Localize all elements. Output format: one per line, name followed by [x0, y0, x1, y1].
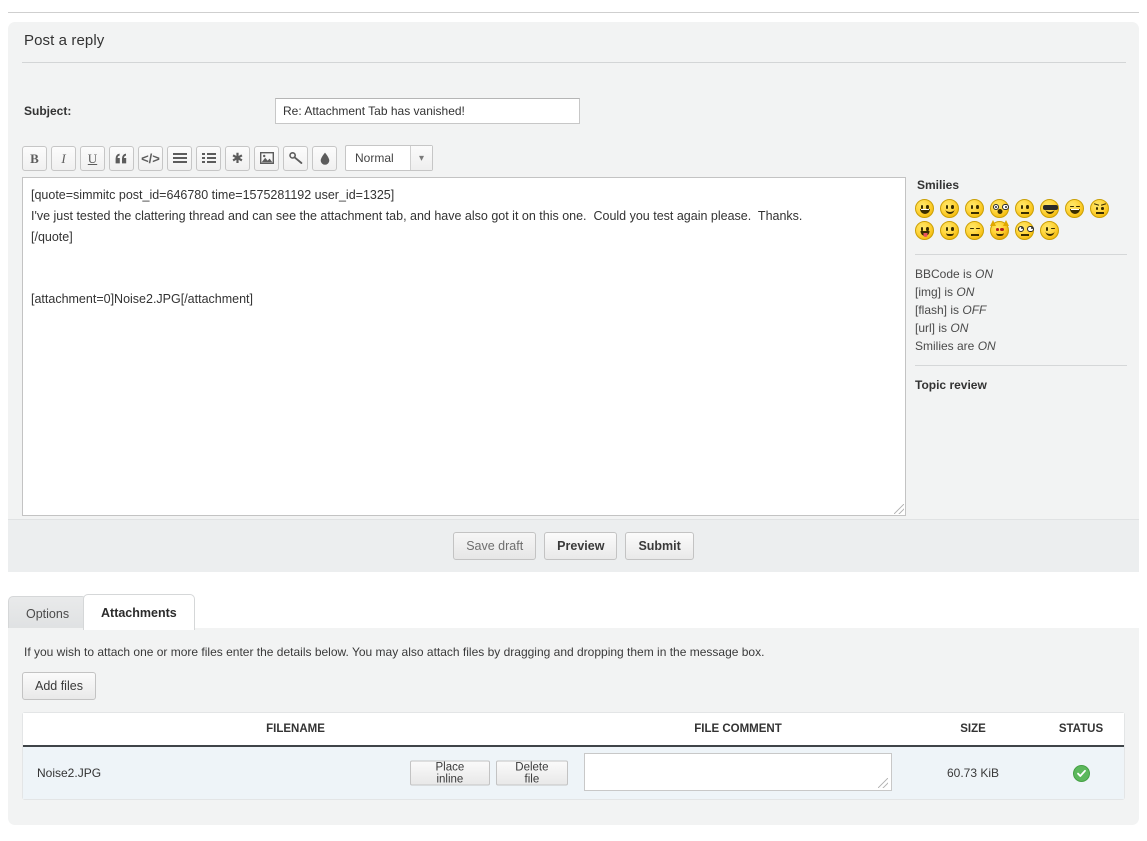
editor-sidebar: Smilies BBCode is ON [img] is ON [flash]…	[915, 178, 1130, 392]
panel-tabs: Options Attachments	[8, 592, 1139, 630]
bbcode-status-key: BBCode is	[915, 267, 972, 281]
unordered-list-icon[interactable]	[167, 145, 192, 171]
file-comment-input[interactable]	[584, 752, 892, 791]
place-inline-button[interactable]: Place inline	[410, 760, 490, 786]
quote-icon[interactable]	[109, 145, 134, 171]
sidebar-divider-2	[915, 365, 1127, 366]
smiley-rolleyes[interactable]	[1015, 221, 1034, 240]
smiley-smile[interactable]	[940, 199, 959, 218]
bbcode-status-value: OFF	[962, 303, 987, 317]
message-textarea[interactable]	[22, 177, 906, 516]
subject-input[interactable]	[275, 98, 580, 124]
attachments-table: FILENAME FILE COMMENT SIZE STATUS Noise2…	[22, 712, 1125, 800]
smiley-laughing[interactable]	[1065, 199, 1084, 218]
bbcode-status-row: BBCode is ON	[915, 265, 1130, 283]
attachments-panel: If you wish to attach one or more files …	[8, 628, 1139, 825]
column-header-size: SIZE	[960, 723, 986, 735]
smiley-cool[interactable]	[1040, 199, 1059, 218]
post-reply-panel: Post a reply Subject: B I U </>	[8, 22, 1139, 564]
italic-icon[interactable]: I	[51, 145, 76, 171]
smilies-grid	[915, 199, 1127, 240]
smiley-very-happy[interactable]	[915, 199, 934, 218]
image-icon[interactable]	[254, 145, 279, 171]
top-divider	[8, 12, 1139, 13]
cell-file-comment	[568, 752, 908, 794]
smiley-confused[interactable]	[940, 221, 959, 240]
ordered-list-icon[interactable]	[196, 145, 221, 171]
submit-button[interactable]: Submit	[625, 532, 694, 560]
bbcode-status-key: [img] is	[915, 285, 954, 299]
tab-attachments[interactable]: Attachments	[83, 594, 195, 630]
bbcode-status-key: Smilies are	[915, 339, 975, 353]
save-draft-button[interactable]: Save draft	[453, 532, 537, 560]
table-row: Noise2.JPG Place inline Delete file 60.7…	[23, 747, 1124, 799]
smilies-heading: Smilies	[917, 178, 960, 192]
attachment-row-actions: Place inline Delete file	[410, 760, 568, 786]
add-files-button[interactable]: Add files	[22, 672, 96, 700]
attachments-intro-text: If you wish to attach one or more files …	[24, 645, 765, 659]
smiley-neutral[interactable]	[965, 221, 984, 240]
column-header-file-comment: FILE COMMENT	[694, 723, 782, 735]
underline-icon[interactable]: U	[80, 145, 105, 171]
check-circle-icon	[1072, 764, 1090, 782]
submit-button-bar: Save draft Preview Submit	[8, 519, 1139, 572]
smiley-wink[interactable]	[1040, 221, 1059, 240]
link-icon[interactable]	[283, 145, 308, 171]
cell-size: 60.73 KiB	[946, 766, 1000, 780]
bbcode-status-value: ON	[956, 285, 975, 299]
topic-review-heading: Topic review	[915, 378, 987, 392]
bold-icon[interactable]: B	[22, 145, 47, 171]
smiley-mad[interactable]	[1090, 199, 1109, 218]
title-divider	[22, 62, 1126, 63]
bbcode-status-row: Smilies are ON	[915, 337, 1130, 355]
post-reply-page: Post a reply Subject: B I U </>	[0, 0, 1147, 841]
column-header-status: STATUS	[1058, 723, 1104, 735]
bbcode-status-list: BBCode is ON [img] is ON [flash] is OFF …	[915, 265, 1130, 355]
preview-button[interactable]: Preview	[544, 532, 618, 560]
bbcode-status-row: [img] is ON	[915, 283, 1130, 301]
flash-icon[interactable]: ✱	[225, 145, 250, 171]
sidebar-divider-1	[915, 254, 1127, 255]
bbcode-status-row: [flash] is OFF	[915, 301, 1130, 319]
smiley-sad[interactable]	[965, 199, 984, 218]
smiley-surprised[interactable]	[1015, 199, 1034, 218]
bbcode-status-key: [url] is	[915, 321, 948, 335]
tab-options[interactable]: Options	[8, 596, 88, 630]
chevron-down-icon: ▾	[410, 146, 432, 170]
page-title: Post a reply	[24, 32, 105, 49]
attachment-filename: Noise2.JPG	[37, 766, 102, 780]
delete-file-button[interactable]: Delete file	[495, 760, 568, 786]
cell-status	[1038, 764, 1124, 782]
smiley-razz[interactable]	[915, 221, 934, 240]
subject-label: Subject:	[24, 104, 72, 118]
bbcode-status-row: [url] is ON	[915, 319, 1130, 337]
font-size-select[interactable]: Normal ▾	[345, 145, 433, 171]
smiley-twisted[interactable]	[990, 220, 1009, 240]
cell-filename: Noise2.JPG Place inline Delete file	[23, 747, 568, 799]
bbcode-toolbar: B I U </> ✱ Normal ▾	[22, 145, 433, 171]
font-colour-icon[interactable]	[312, 145, 337, 171]
column-header-filename: FILENAME	[266, 723, 325, 735]
bbcode-status-value: ON	[950, 321, 969, 335]
bbcode-status-value: ON	[975, 267, 994, 281]
bbcode-status-key: [flash] is	[915, 303, 960, 317]
smiley-shocked[interactable]	[990, 199, 1009, 218]
bbcode-status-value: ON	[977, 339, 996, 353]
font-size-value: Normal	[355, 151, 394, 165]
code-icon[interactable]: </>	[138, 145, 163, 171]
attachments-table-header: FILENAME FILE COMMENT SIZE STATUS	[23, 713, 1124, 747]
